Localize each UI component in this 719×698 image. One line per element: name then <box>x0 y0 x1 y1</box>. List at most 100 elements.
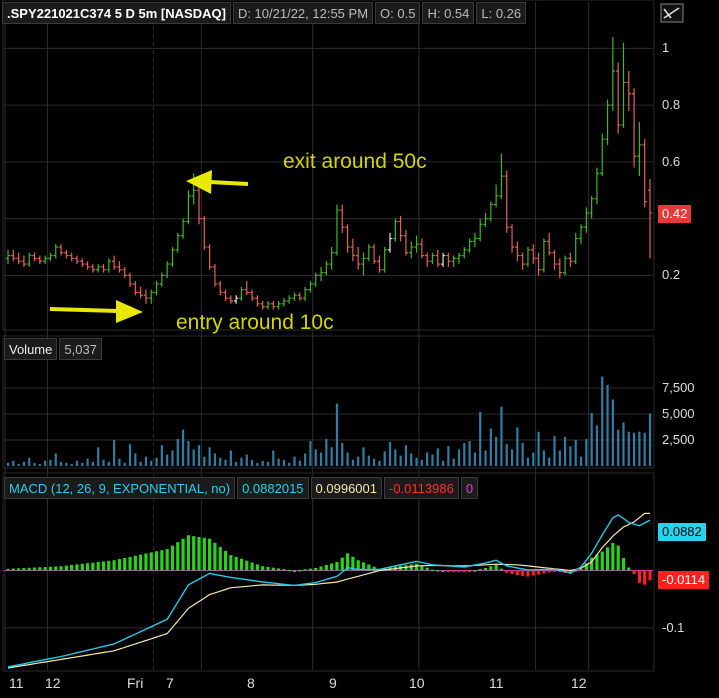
volume-bar <box>500 406 503 466</box>
macd-histogram-bar <box>627 567 631 571</box>
macd-histogram-bar <box>6 568 10 571</box>
volume-header: Volume 5,037 <box>4 338 104 360</box>
entry-arrow <box>49 300 143 323</box>
macd-value: 0.0882015 <box>237 477 309 499</box>
volume-bar <box>479 411 482 466</box>
volume-bar <box>553 435 556 466</box>
macd-histogram-bar <box>160 550 164 571</box>
volume-bar <box>346 452 349 466</box>
macd-histogram-bar <box>462 570 466 573</box>
volume-bar <box>187 441 190 466</box>
volume-bar <box>341 443 344 466</box>
volume-bar <box>81 462 84 466</box>
volume-bar <box>293 456 296 466</box>
macd-histogram-bar <box>521 570 525 576</box>
macd-histogram-bar <box>414 563 419 571</box>
macd-histogram-bar <box>239 558 244 571</box>
macd-histogram-bar <box>271 567 275 571</box>
macd-histogram-bar <box>133 555 137 571</box>
volume-bar <box>208 447 211 466</box>
volume-bar <box>564 436 567 466</box>
volume-bar <box>224 459 227 466</box>
volume-bar <box>378 460 381 466</box>
volume-bar <box>383 451 386 466</box>
symbol-label[interactable]: .SPY221021C374 5 D 5m [NASDAQ] <box>2 2 231 24</box>
volume-bar <box>452 458 455 466</box>
macd-histogram-bar <box>542 570 546 574</box>
macd-histogram-bar <box>128 556 132 571</box>
macd-histogram-bar <box>621 558 626 571</box>
volume-bar <box>495 436 498 466</box>
exit-annotation: exit around 50c <box>283 150 427 173</box>
macd-histogram-bar <box>505 570 509 573</box>
volume-bar <box>176 438 179 466</box>
macd-histogram-bar <box>213 542 217 571</box>
volume-bar <box>235 461 238 466</box>
volume-bar <box>335 403 339 466</box>
volume-label[interactable]: Volume <box>4 338 58 360</box>
macd-label[interactable]: MACD (12, 26, 9, EXPONENTIAL, no) <box>4 477 236 499</box>
macd-lines <box>7 512 651 669</box>
macd-histogram-bar <box>197 536 201 571</box>
low-label: L: 0.26 <box>476 2 527 24</box>
macd-histogram-bar <box>536 570 541 575</box>
volume-bar <box>250 459 254 466</box>
x-axis-label: 9 <box>329 675 337 691</box>
macd-histogram-bar <box>17 568 21 571</box>
price-header: .SPY221021C374 5 D 5m [NASDAQ] D: 10/21/… <box>2 2 528 24</box>
volume-bar <box>229 450 232 466</box>
macd-histogram-bar <box>552 570 557 573</box>
macd-histogram-bar <box>436 570 440 572</box>
macd-histogram-bar <box>499 568 504 571</box>
macd-histogram-bar <box>335 561 339 571</box>
macd-histogram-bar <box>165 549 169 571</box>
volume-bar <box>134 453 137 466</box>
volume-value: 5,037 <box>59 338 102 360</box>
macd-histogram-bar <box>32 567 37 571</box>
last-price-tag: 0.42 <box>658 205 692 223</box>
macd-histogram-bar <box>308 568 313 571</box>
volume-bar <box>128 444 132 466</box>
macd-histogram-bar <box>144 553 148 571</box>
macd-histogram-bar <box>292 570 297 573</box>
volume-bar <box>601 376 604 466</box>
macd-histogram-bar <box>605 547 610 571</box>
volume-bar <box>277 458 280 466</box>
volume-bar <box>38 463 41 466</box>
volume-bar <box>288 462 291 466</box>
macd-panel-frame <box>2 472 655 672</box>
volume-bar <box>54 453 57 466</box>
macd-histogram-bar <box>324 564 328 571</box>
macd-diff-tag: -0.0114 <box>658 571 710 589</box>
volume-bar <box>17 463 20 466</box>
volume-bar <box>537 431 540 466</box>
macd-histogram-bar <box>452 570 456 573</box>
macd-histogram-bar <box>526 570 530 577</box>
x-axis-label: 10 <box>409 675 425 691</box>
macd-avg-value: 0.0996001 <box>310 477 382 499</box>
collapse-icon[interactable] <box>660 3 684 23</box>
price-axis-label: 1 <box>662 40 670 56</box>
volume-bar <box>240 457 243 466</box>
macd-histogram-bar <box>600 551 604 571</box>
macd-histogram-bar <box>510 570 514 574</box>
volume-bar <box>28 457 31 466</box>
macd-histogram-bar <box>70 565 74 571</box>
volume-bar <box>622 422 625 466</box>
volume-bar <box>102 459 105 466</box>
macd-histogram-bar <box>579 568 583 571</box>
macd-histogram-bar <box>282 569 286 571</box>
high-label: H: 0.54 <box>422 2 475 24</box>
volume-bar <box>166 454 169 466</box>
volume-bar <box>590 412 593 466</box>
macd-histogram-bar <box>314 567 318 571</box>
macd-histogram-bar <box>154 551 159 571</box>
macd-histogram-bar <box>107 560 111 571</box>
macd-histogram-bar <box>648 570 652 581</box>
macd-histogram-bar <box>611 543 615 571</box>
macd-histogram-bar <box>531 570 535 576</box>
volume-bar <box>558 450 561 466</box>
volume-bar <box>627 431 630 466</box>
macd-histogram-bar <box>229 555 233 571</box>
volume-axis-label: 5,000 <box>662 406 695 421</box>
